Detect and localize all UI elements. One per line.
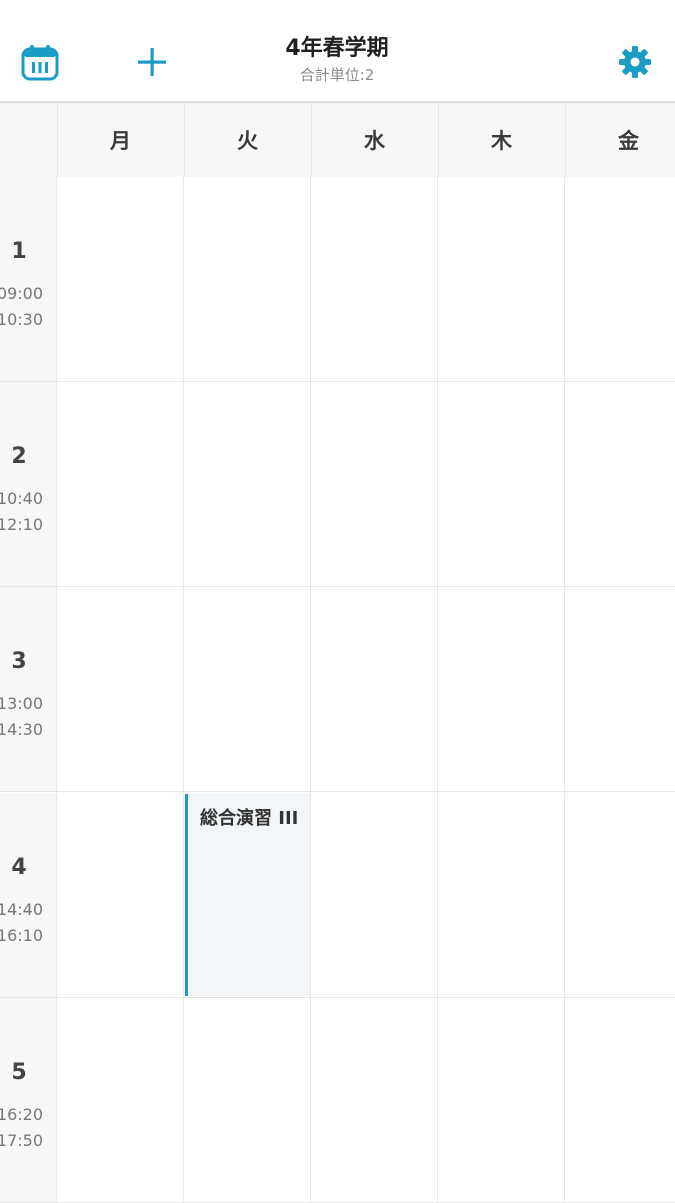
timetable-cell[interactable] [184,382,311,587]
page-title: 4年春学期 [285,36,389,61]
day-header-3: 木 [438,103,566,177]
gear-icon [619,46,651,78]
header-corner [0,103,58,177]
period-number: 1 [11,239,27,264]
plus-icon [138,48,166,76]
course-card[interactable]: 総合演習 III [185,794,310,996]
timetable-cell[interactable] [311,793,438,998]
timetable-cell[interactable] [311,998,438,1203]
timetable-cell[interactable] [184,998,311,1203]
period-end-time: 16:10 [0,926,43,945]
period-label-2: 2 10:40 12:10 [0,382,57,587]
period-label-3: 3 13:00 14:30 [0,587,57,792]
period-start-time: 10:40 [0,489,43,508]
timetable-cell[interactable] [438,382,565,587]
timetable-cell[interactable] [57,587,184,792]
calendar-button[interactable] [20,42,60,82]
timetable-grid: 月火水木金 1 09:00 10:30 2 10:40 12:10 3 13:00 14:30 4… [0,103,675,1203]
day-header-0: 月 [57,103,185,177]
timetable-cell[interactable] [565,793,675,998]
period-number: 2 [11,444,27,469]
timetable-cell[interactable] [565,998,675,1203]
timetable-cell[interactable] [184,587,311,792]
period-number: 4 [11,855,27,880]
period-end-time: 10:30 [0,310,43,329]
timetable-cell[interactable] [311,177,438,382]
timetable-cell[interactable] [57,177,184,382]
period-end-time: 17:50 [0,1131,43,1150]
timetable-cell[interactable] [57,998,184,1203]
timetable-cell[interactable] [565,177,675,382]
day-header-4: 金 [565,103,675,177]
day-header-2: 水 [311,103,439,177]
period-start-time: 16:20 [0,1105,43,1124]
period-start-time: 14:40 [0,900,43,919]
timetable-cell[interactable] [438,177,565,382]
timetable-cell[interactable] [57,382,184,587]
calendar-icon [21,45,59,81]
add-course-button[interactable] [132,42,172,82]
period-start-time: 13:00 [0,694,43,713]
timetable-cell[interactable] [438,998,565,1203]
timetable-cell[interactable] [184,177,311,382]
period-label-4: 4 14:40 16:10 [0,793,57,998]
timetable-cell[interactable] [311,587,438,792]
timetable-cell[interactable] [565,382,675,587]
day-header-row: 月火水木金 [0,103,675,178]
app-header: 4年春学期 合計単位:2 [0,0,675,103]
timetable-cell[interactable] [57,793,184,998]
period-label-1: 1 09:00 10:30 [0,177,57,382]
term-title-block[interactable]: 4年春学期 合計単位:2 [187,34,487,85]
period-start-time: 09:00 [0,284,43,303]
timetable-cell[interactable] [438,793,565,998]
timetable-cell[interactable] [311,382,438,587]
period-end-time: 12:10 [0,515,43,534]
timetable-cell[interactable] [565,587,675,792]
day-header-1: 火 [184,103,312,177]
period-number: 3 [11,649,27,674]
timetable-cell[interactable] [438,587,565,792]
course-name: 総合演習 III [200,808,299,829]
total-credits: 合計単位:2 [299,66,375,84]
period-number: 5 [11,1060,27,1085]
settings-button[interactable] [615,42,655,82]
period-label-5: 5 16:20 17:50 [0,998,57,1203]
period-end-time: 14:30 [0,720,43,739]
